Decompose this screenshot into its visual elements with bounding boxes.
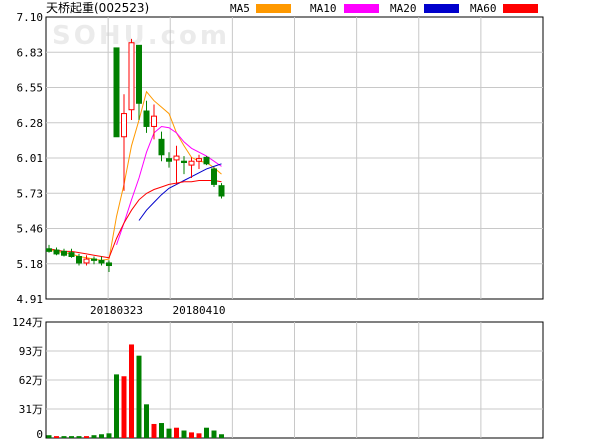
volume-bar [144,404,149,438]
volume-bar [46,435,52,438]
price-tick-label: 6.28 [17,117,44,130]
price-tick-label: 7.10 [17,11,44,24]
candle-body-down [46,248,52,252]
legend-swatch-ma5 [256,4,291,13]
volume-bar [211,430,217,438]
candle-body-down [218,185,225,197]
volume-tick-label: 93万 [19,345,43,358]
stock-chart: 天桥起重(002523) SOHU.com MA5 MA10 MA20 MA60… [0,0,600,440]
volume-bar [106,433,112,438]
candle-body-up [196,158,202,162]
legend-swatch-ma60 [503,4,538,13]
date-tick-label: 20180323 [90,304,143,317]
volume-bar [69,436,74,438]
legend-swatch-ma10 [344,4,379,13]
volume-bar [174,427,179,438]
price-tick-label: 6.01 [17,152,44,165]
volume-bar [61,436,67,438]
legend-label-ma10: MA10 [310,2,337,15]
candle-body-down [181,160,187,164]
volume-bar [121,376,127,438]
candle-body-down [136,44,142,104]
volume-bar [151,423,157,438]
candle-body-down [211,168,217,185]
volume-bar [91,435,97,438]
volume-tick-label: 31万 [19,403,43,416]
candle-body-down [143,110,150,127]
volume-bar [99,434,104,438]
candle-body-down [68,252,75,258]
candle-body-down [76,256,82,264]
price-tick-label: 5.73 [17,187,44,200]
candle-body-up [83,258,90,264]
candle-body-up [151,115,157,127]
price-axis: 7.10 6.83 6.55 6.28 6.01 5.73 5.46 5.18 4.91 [17,11,44,306]
volume-tick-label: 0 [36,428,43,440]
volume-tick-label: 124万 [12,316,43,329]
legend-label-ma60: MA60 [470,2,497,15]
legend-swatch-ma20 [424,4,459,13]
volume-bar [196,433,202,438]
candle-body-down [61,250,67,256]
candle-body-up [128,42,135,111]
price-tick-label: 5.18 [17,258,44,271]
volume-bar [189,432,194,438]
volume-bar [114,374,119,438]
chart-title: 天桥起重(002523) [46,1,149,15]
candle-body-down [113,47,120,138]
price-tick-label: 6.55 [17,82,44,95]
date-tick-label: 20180410 [173,304,226,317]
volume-bar [166,428,172,438]
volume-tick-label: 62万 [19,374,43,387]
legend-label-ma20: MA20 [390,2,417,15]
candle-body-down [158,138,165,156]
legend-label-ma5: MA5 [230,2,250,15]
candle-body-down [91,258,97,261]
volume-bar [181,430,187,438]
volume-bar [84,436,89,438]
volume-bar [136,355,142,438]
volume-bar [54,436,59,438]
candle-body-down [166,158,172,162]
volume-bar [76,436,82,438]
price-tick-label: 6.83 [17,46,44,59]
candle-body-down [53,249,60,255]
price-tick-label: 5.46 [17,223,44,236]
volume-bar [159,423,164,438]
price-tick-label: 4.91 [17,293,44,306]
candle-body-down [106,262,112,267]
volume-bar [129,344,134,438]
candle-body-down [98,259,105,264]
candle-body-up [121,113,127,138]
candle-body-up [188,160,195,166]
candle-body-down [203,156,210,165]
volume-bar [204,427,209,438]
chart-background [0,0,600,440]
candle-body-up [173,155,180,161]
volume-bar [219,434,224,438]
